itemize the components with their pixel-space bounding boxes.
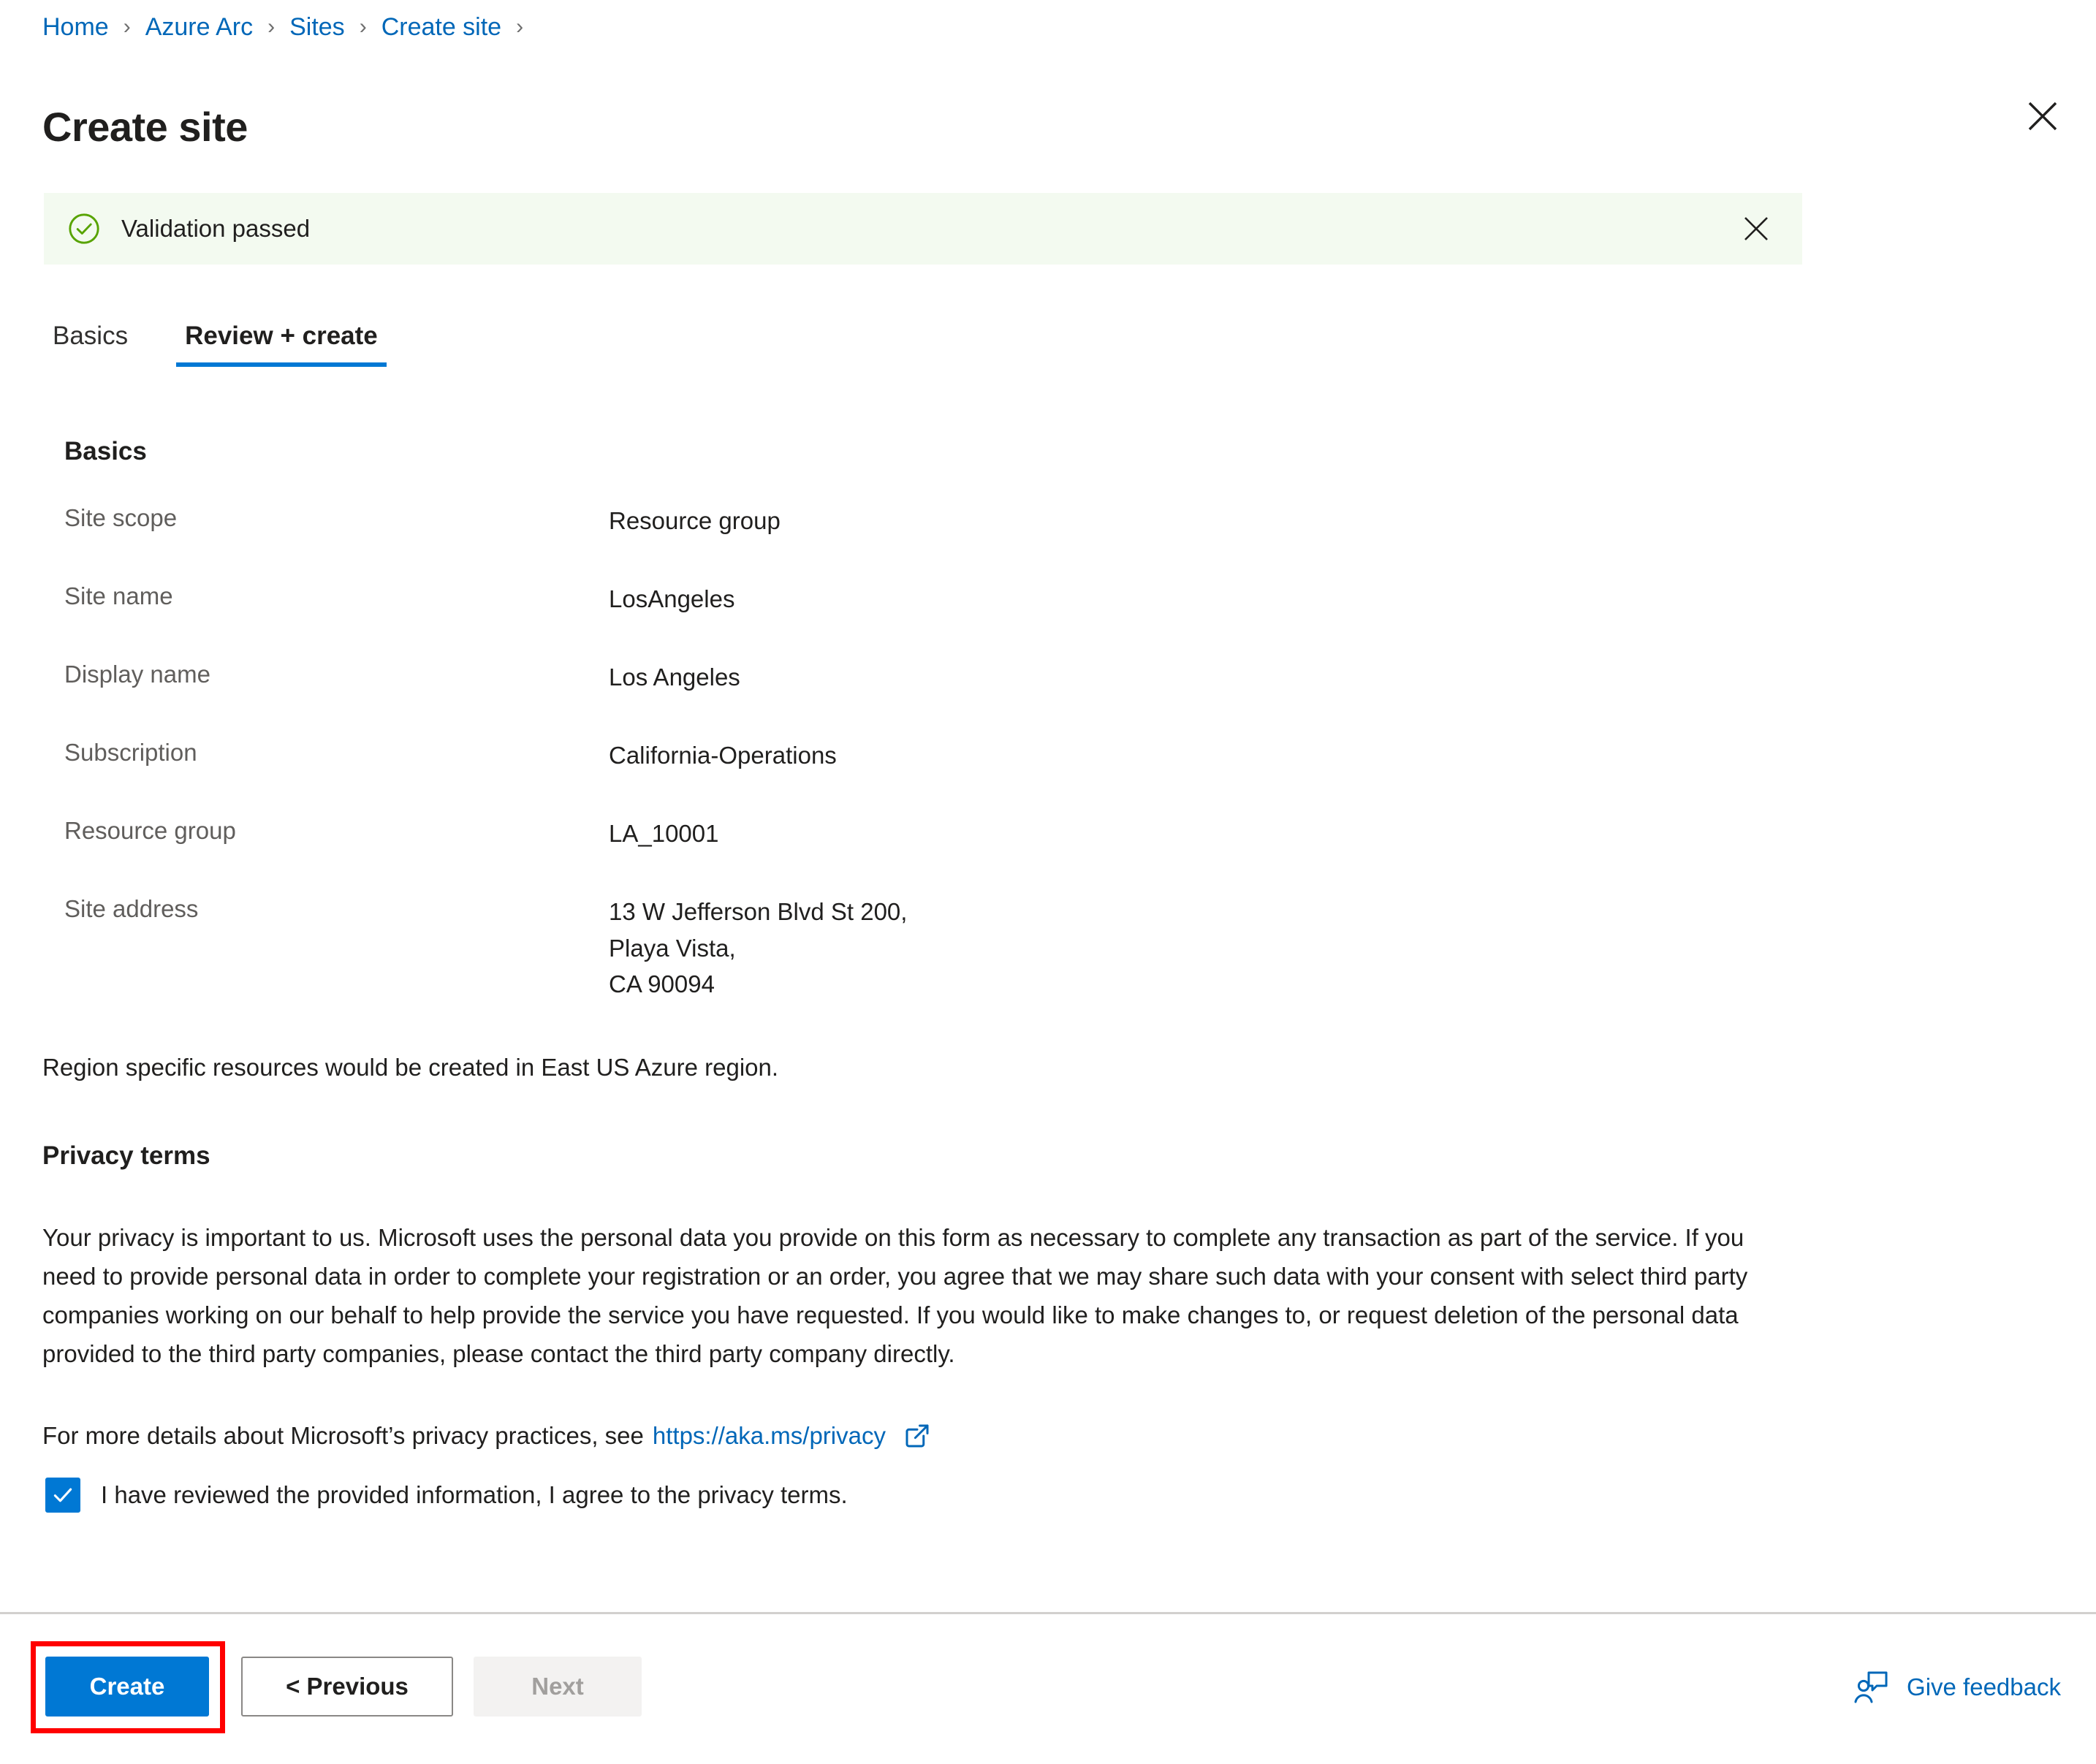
create-button-wrapper: Create: [45, 1657, 209, 1717]
dismiss-banner-button[interactable]: [1736, 209, 1776, 248]
privacy-agree-label: I have reviewed the provided information…: [101, 1481, 848, 1508]
breadcrumb: Home › Azure Arc › Sites › Create site ›: [42, 13, 538, 42]
region-note: Region specific resources would be creat…: [42, 1054, 779, 1081]
breadcrumb-separator-icon: ›: [359, 14, 367, 39]
summary-row-site-name: Site name LosAngeles: [64, 581, 1818, 659]
privacy-agree-row[interactable]: I have reviewed the provided information…: [45, 1478, 848, 1513]
summary-row-subscription: Subscription California-Operations: [64, 737, 1818, 816]
tab-basics[interactable]: Basics: [44, 322, 137, 367]
check-circle-icon: [69, 213, 99, 244]
previous-button-wrapper: < Previous: [241, 1657, 453, 1717]
summary-value: Los Angeles: [609, 664, 740, 691]
breadcrumb-separator-icon: ›: [123, 14, 131, 39]
previous-button[interactable]: < Previous: [241, 1657, 453, 1717]
summary-key: Subscription: [64, 739, 197, 766]
breadcrumb-separator-icon: ›: [516, 14, 524, 39]
close-icon: [1744, 217, 1768, 240]
summary-key: Display name: [64, 661, 210, 688]
next-button: Next: [474, 1657, 642, 1717]
wizard-tabs: Basics Review + create: [44, 322, 387, 367]
summary-key: Site scope: [64, 504, 178, 531]
summary-value: 13 W Jefferson Blvd St 200, Playa Vista,…: [609, 898, 908, 997]
give-feedback-label: Give feedback: [1907, 1673, 2061, 1700]
summary-value: LA_10001: [609, 820, 719, 847]
external-link-icon[interactable]: [902, 1421, 933, 1451]
privacy-terms-body: Your privacy is important to us. Microso…: [42, 1224, 1748, 1367]
summary-row-site-address: Site address 13 W Jefferson Blvd St 200,…: [64, 894, 1818, 1003]
privacy-more-details: For more details about Microsoft’s priva…: [42, 1421, 933, 1451]
tab-review-create[interactable]: Review + create: [176, 322, 387, 367]
summary-key: Site name: [64, 582, 173, 609]
create-site-blade: Home › Azure Arc › Sites › Create site ›…: [0, 0, 2096, 1764]
breadcrumb-item-home[interactable]: Home: [42, 13, 109, 42]
checkmark-icon: [53, 1488, 72, 1502]
summary-key: Resource group: [64, 817, 236, 844]
breadcrumb-item-create-site[interactable]: Create site: [381, 13, 501, 42]
page-title: Create site: [42, 103, 248, 150]
breadcrumb-item-sites[interactable]: Sites: [289, 13, 345, 42]
summary-key: Site address: [64, 895, 199, 922]
create-button[interactable]: Create: [45, 1657, 209, 1717]
summary-value: Resource group: [609, 507, 781, 534]
next-button-wrapper: Next: [474, 1657, 642, 1717]
validation-banner-message: Validation passed: [121, 215, 311, 242]
person-feedback-icon: [1853, 1668, 1891, 1706]
footer-divider: [0, 1612, 2096, 1614]
close-blade-button[interactable]: [2020, 94, 2065, 139]
give-feedback-button[interactable]: Give feedback: [1853, 1668, 2061, 1706]
summary-row-resource-group: Resource group LA_10001: [64, 816, 1818, 894]
summary-value: California-Operations: [609, 742, 837, 769]
breadcrumb-item-azure-arc[interactable]: Azure Arc: [145, 13, 253, 42]
validation-banner: Validation passed: [44, 193, 1802, 265]
close-icon: [2028, 102, 2057, 131]
summary-row-site-scope: Site scope Resource group: [64, 503, 1818, 581]
basics-summary-list: Site scope Resource group Site name LosA…: [64, 503, 1818, 1003]
summary-row-display-name: Display name Los Angeles: [64, 659, 1818, 737]
privacy-terms-title: Privacy terms: [42, 1141, 210, 1170]
privacy-agree-checkbox[interactable]: [45, 1478, 80, 1513]
summary-value: LosAngeles: [609, 585, 735, 612]
breadcrumb-separator-icon: ›: [267, 14, 276, 39]
basics-section-title: Basics: [64, 437, 147, 465]
privacy-more-text: For more details about Microsoft’s priva…: [42, 1422, 644, 1449]
privacy-policy-link[interactable]: https://aka.ms/privacy: [653, 1422, 886, 1450]
